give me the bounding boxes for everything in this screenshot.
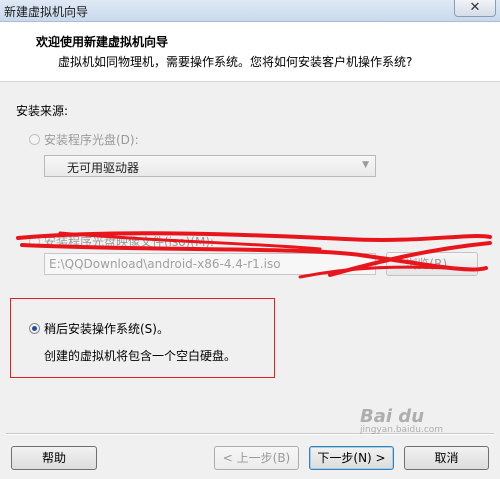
browse-button[interactable]: 浏览(R)... <box>386 252 478 276</box>
title-bar: 新建虚拟机向导 ✕ <box>0 0 500 22</box>
install-source-label: 安装来源: <box>16 104 69 118</box>
disc-option-label: 安装程序光盘(D): <box>44 133 139 147</box>
watermark-brand: Bai du <box>360 406 425 427</box>
drive-select[interactable]: 无可用驱动器 ▼ <box>44 155 376 177</box>
iso-radio[interactable] <box>29 236 40 247</box>
header-title: 欢迎使用新建虚拟机向导 <box>36 35 169 49</box>
watermark-url: jingyan.baidu.com <box>360 425 444 435</box>
iso-path-field[interactable]: E:\QQDownload\android-x86-4.4-r1.iso <box>44 253 376 275</box>
iso-path-value: E:\QQDownload\android-x86-4.4-r1.iso <box>49 257 281 271</box>
chevron-down-icon: ▼ <box>362 160 369 170</box>
later-install-radio[interactable] <box>29 323 40 334</box>
header-subtitle: 虚拟机如同物理机，需要操作系统。您将如何安装客户机操作系统? <box>58 55 413 69</box>
iso-option-label: 安装程序光盘映像文件(iso)(M): <box>44 235 215 249</box>
highlight-box-annotation <box>10 298 275 378</box>
close-icon: ✕ <box>469 0 481 15</box>
baidu-watermark: Bai du jingyan.baidu.com <box>360 406 500 446</box>
next-button[interactable]: 下一步(N) > <box>309 446 394 470</box>
later-install-description: 创建的虚拟机将包含一个空白硬盘。 <box>44 349 237 363</box>
help-button[interactable]: 帮助 <box>11 446 97 470</box>
wizard-header: 欢迎使用新建虚拟机向导 虚拟机如同物理机，需要操作系统。您将如何安装客户机操作系… <box>0 22 500 82</box>
cancel-button[interactable]: 取消 <box>404 446 489 470</box>
later-install-label[interactable]: 稍后安装操作系统(S)。 <box>44 320 169 337</box>
back-button[interactable]: < 上一步(B) <box>214 446 299 470</box>
window-title: 新建虚拟机向导 <box>4 5 89 19</box>
disc-radio[interactable] <box>29 134 40 145</box>
drive-select-value: 无可用驱动器 <box>67 161 140 175</box>
close-button[interactable]: ✕ <box>454 0 496 17</box>
